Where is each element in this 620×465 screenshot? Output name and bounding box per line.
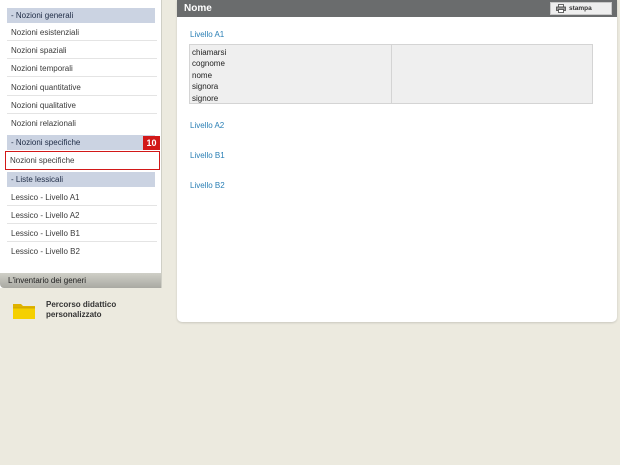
sidebar-item-nozioni-quantitative[interactable]: Nozioni quantitative [7,79,157,96]
main-header: Nome stampa [177,0,617,17]
word-item: signore [192,93,219,103]
sidebar-item-nozioni-temporali[interactable]: Nozioni temporali [7,60,157,77]
level-a2-link[interactable]: Livello A2 [190,121,224,130]
section-nozioni-specifiche[interactable]: - Nozioni specifiche [7,135,155,150]
a1-words-column: chiamarsi cognome nome signora signore [190,45,392,103]
folder-icon[interactable] [12,300,36,320]
level-b2-link[interactable]: Livello B2 [190,181,225,190]
sidebar-item-nozioni-specifiche[interactable]: Nozioni specifiche [5,151,160,170]
step-badge: 10 [143,136,160,150]
section-nozioni-generali[interactable]: - Nozioni generali [7,8,155,23]
sidebar-item-lessico-a2[interactable]: Lessico - Livello A2 [7,207,157,224]
sidebar-item-nozioni-spaziali[interactable]: Nozioni spaziali [7,42,157,59]
word-item: nome [192,70,213,80]
sidebar-item-lessico-a1[interactable]: Lessico - Livello A1 [7,189,157,206]
percorso-didattico-link[interactable]: Percorso didattico personalizzato [46,300,136,320]
sidebar-item-nozioni-esistenziali[interactable]: Nozioni esistenziali [7,24,157,41]
page-title: Nome [184,3,212,14]
level-b1-link[interactable]: Livello B1 [190,151,225,160]
main-panel: Nome stampa Livello A1 chiamarsi cognome… [177,0,617,322]
word-item: signora [192,82,219,92]
sidebar: - Nozioni generali Nozioni esistenziali … [0,0,162,288]
sidebar-item-nozioni-relazionali[interactable]: Nozioni relazionali [7,115,157,132]
inventario-generi-bar[interactable]: L'inventario dei generi [0,273,161,288]
level-a1-link[interactable]: Livello A1 [190,30,224,39]
word-item: chiamarsi [192,48,227,57]
printer-icon [556,4,566,13]
section-liste-lessicali[interactable]: - Liste lessicali [7,172,155,187]
print-button[interactable]: stampa [550,2,612,15]
word-item: cognome [192,59,225,69]
print-label: stampa [569,5,592,12]
sidebar-item-lessico-b1[interactable]: Lessico - Livello B1 [7,225,157,242]
a1-words-table: chiamarsi cognome nome signora signore [189,44,593,104]
sidebar-item-lessico-b2[interactable]: Lessico - Livello B2 [7,243,157,260]
sidebar-item-nozioni-qualitative[interactable]: Nozioni qualitative [7,97,157,114]
